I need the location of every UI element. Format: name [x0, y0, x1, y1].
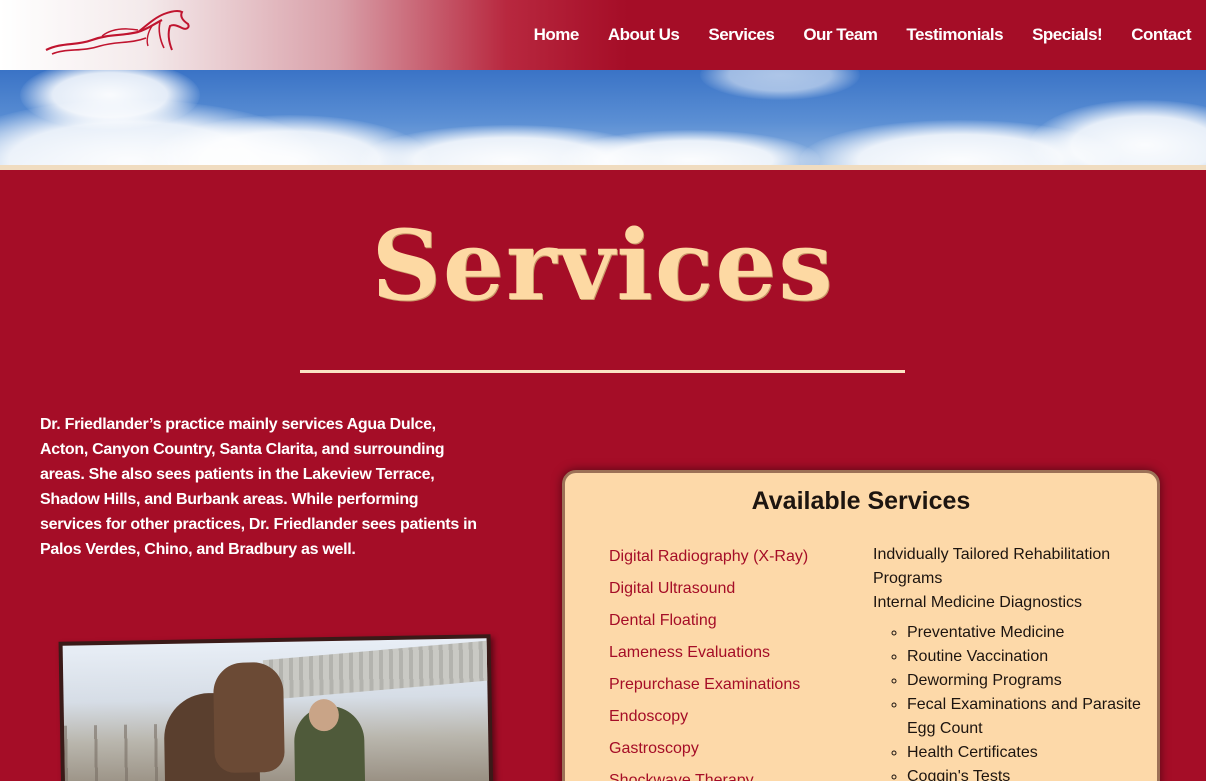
service-link[interactable]: Digital Radiography (X-Ray)	[609, 545, 859, 577]
sub-service-item: Preventative Medicine	[907, 621, 1143, 645]
service-link[interactable]: Dental Floating	[609, 609, 859, 641]
title-divider	[300, 370, 905, 373]
nav-testimonials[interactable]: Testimonials	[906, 25, 1003, 45]
nav-our-team[interactable]: Our Team	[803, 25, 878, 45]
internal-medicine-sublist: Preventative Medicine Routine Vaccinatio…	[907, 621, 1143, 781]
available-services-panel: Available Services Digital Radiography (…	[562, 470, 1160, 781]
vet-photo-frame	[58, 634, 494, 781]
sub-service-item: Routine Vaccination	[907, 645, 1143, 669]
nav-about-us[interactable]: About Us	[608, 25, 680, 45]
service-link[interactable]: Digital Ultrasound	[609, 577, 859, 609]
nav-services[interactable]: Services	[708, 25, 774, 45]
horse-logo-icon[interactable]	[42, 6, 194, 58]
site-header: Home About Us Services Our Team Testimon…	[0, 0, 1206, 70]
services-list-right: Indvidually Tailored Rehabilitation Prog…	[873, 543, 1143, 781]
service-link[interactable]: Lameness Evaluations	[609, 641, 859, 673]
main-nav: Home About Us Services Our Team Testimon…	[534, 0, 1206, 70]
banner-divider	[0, 165, 1206, 170]
nav-specials[interactable]: Specials!	[1032, 25, 1103, 45]
nav-contact[interactable]: Contact	[1131, 25, 1191, 45]
nav-home[interactable]: Home	[534, 25, 580, 45]
sub-service-item: Coggin's Tests	[907, 765, 1143, 781]
vet-photo	[62, 638, 490, 781]
service-link[interactable]: Gastroscopy	[609, 737, 859, 769]
service-item: Indvidually Tailored Rehabilitation Prog…	[873, 546, 1111, 587]
service-link[interactable]: Prepurchase Examinations	[609, 673, 859, 705]
services-list-left: Digital Radiography (X-Ray) Digital Ultr…	[609, 545, 859, 781]
services-heading: Available Services	[751, 487, 971, 515]
sky-banner	[0, 70, 1206, 165]
sub-service-item: Deworming Programs	[907, 669, 1143, 693]
sub-service-item: Health Certificates	[907, 741, 1143, 765]
service-item: Internal Medicine Diagnostics	[873, 594, 1082, 611]
intro-text: Dr. Friedlander’s practice mainly servic…	[40, 416, 477, 558]
service-link[interactable]: Endoscopy	[609, 705, 859, 737]
sub-service-item: Fecal Examinations and Parasite Egg Coun…	[907, 693, 1143, 741]
service-link[interactable]: Shockwave Therapy	[609, 769, 859, 781]
page-title: Services	[371, 209, 835, 322]
